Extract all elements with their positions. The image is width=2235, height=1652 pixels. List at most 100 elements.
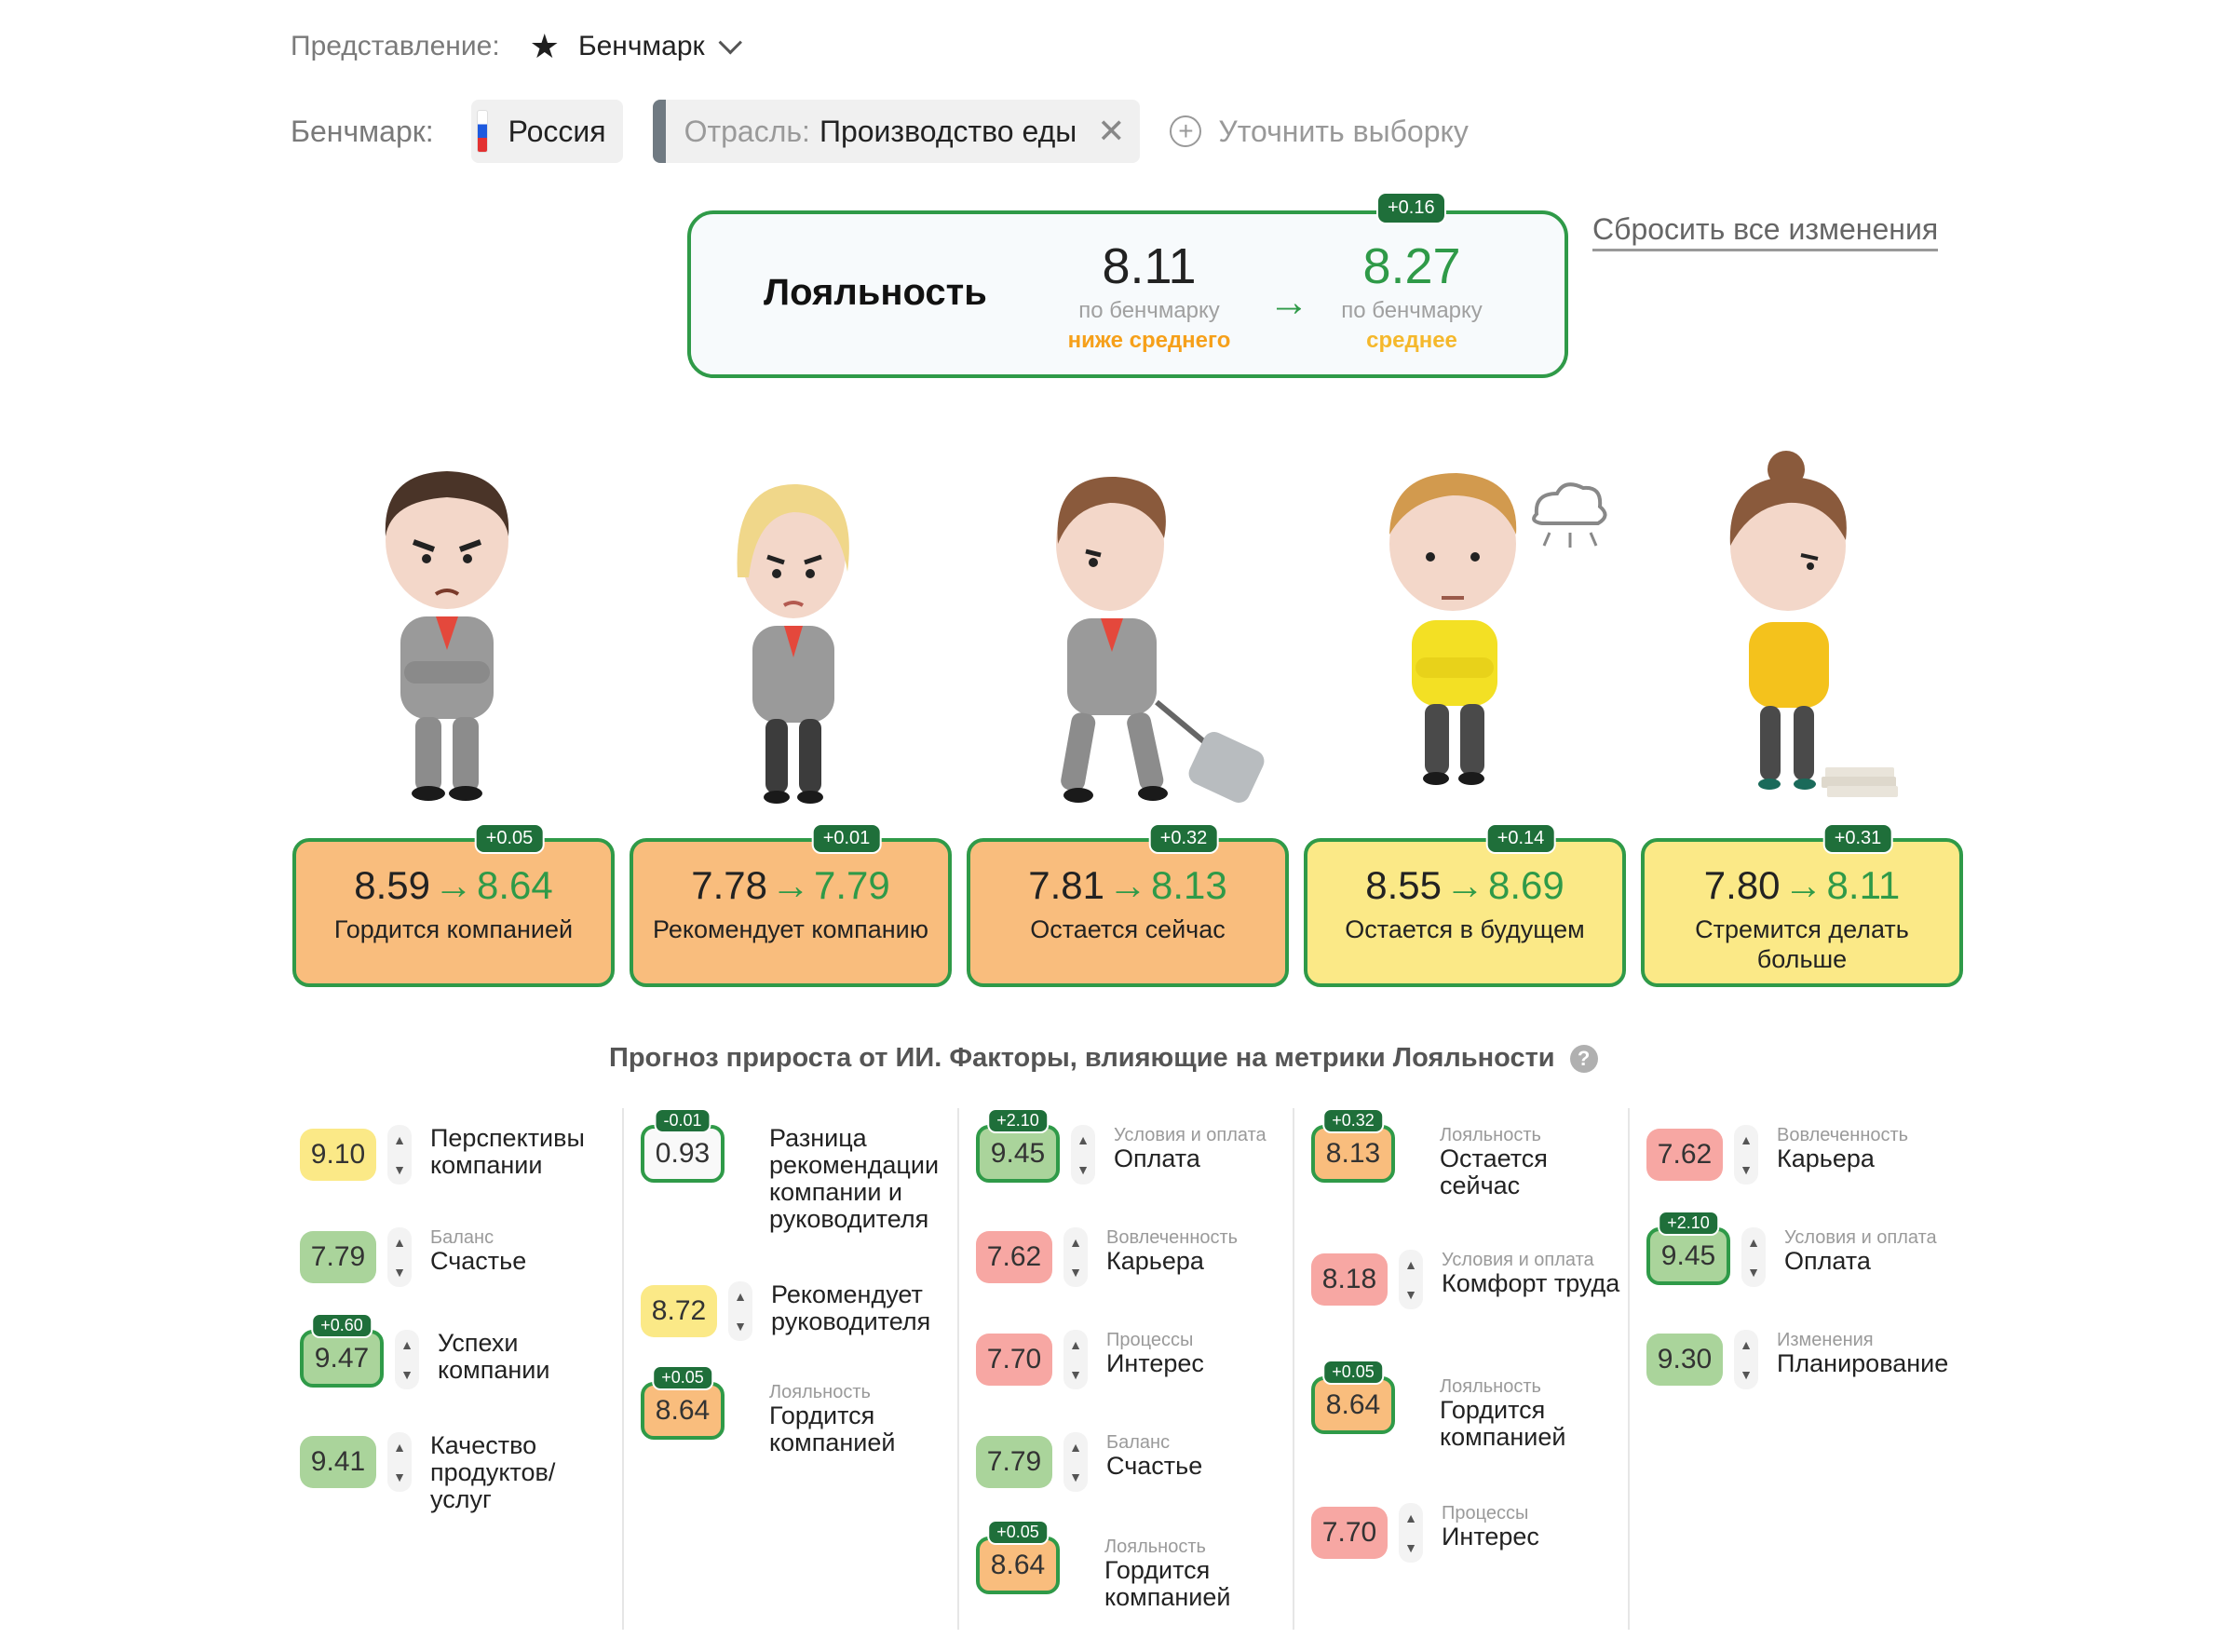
chevron-up-icon[interactable]: ▲ xyxy=(734,1289,747,1304)
chevron-up-icon[interactable]: ▲ xyxy=(393,1440,406,1455)
help-icon[interactable]: ? xyxy=(1569,1044,1598,1073)
factor-name: Разница рекомендации компании и руководи… xyxy=(769,1124,940,1233)
country-chip[interactable]: Россия xyxy=(470,100,623,163)
chevron-down-icon[interactable]: ▼ xyxy=(393,1162,406,1177)
chevron-up-icon[interactable]: ▲ xyxy=(1077,1132,1090,1147)
factor-item: 7.79 ▲ ▼ Баланс Счастье xyxy=(976,1432,1293,1492)
column-divider xyxy=(957,1108,959,1630)
sector-chip[interactable]: Отрасль: Производство еды ✕ xyxy=(652,100,1141,163)
metric-card-strives-more[interactable]: +0.31 7.80→8.11 Стремится делать больше xyxy=(1641,823,1963,987)
chevron-down-icon[interactable]: ▼ xyxy=(1747,1265,1760,1280)
view-selector[interactable]: Представление: ★ Бенчмарк xyxy=(291,24,742,69)
factor-name: Карьера xyxy=(1106,1247,1204,1275)
reset-all-link[interactable]: Сбросить все изменения xyxy=(1592,212,1939,251)
chevron-down-icon[interactable]: ▼ xyxy=(1069,1265,1082,1280)
chevron-up-icon[interactable]: ▲ xyxy=(1740,1337,1753,1352)
chevron-down-icon[interactable]: ▼ xyxy=(400,1367,413,1382)
loyalty-forecast-level: среднее xyxy=(1366,328,1457,353)
chevron-up-icon[interactable]: ▲ xyxy=(1404,1257,1417,1272)
factor-stepper[interactable]: ▲ ▼ xyxy=(1741,1227,1766,1287)
metric-from: 8.55 xyxy=(1365,863,1442,907)
factor-value-badge: +0.32 8.13 xyxy=(1311,1108,1395,1183)
factor-name: Планирование xyxy=(1777,1349,1949,1377)
metric-card-stays-now[interactable]: +0.32 7.81→8.13 Остается сейчас xyxy=(967,823,1289,987)
factor-stepper[interactable]: ▲ ▼ xyxy=(1734,1330,1758,1389)
factor-category: Процессы xyxy=(1106,1330,1194,1350)
chevron-up-icon[interactable]: ▲ xyxy=(1069,1337,1082,1352)
metric-card-recommend[interactable]: +0.01 7.78→7.79 Рекомендует компанию xyxy=(630,823,952,987)
chevron-down-icon[interactable]: ▼ xyxy=(1404,1287,1417,1302)
factor-item: 7.70 ▲ ▼ Процессы Интерес xyxy=(1311,1503,1628,1563)
factor-name: Гордится компанией xyxy=(769,1401,896,1456)
metric-to: 8.11 xyxy=(1826,863,1901,907)
chevron-down-icon[interactable]: ▼ xyxy=(1069,1469,1082,1484)
factor-stepper[interactable]: ▲ ▼ xyxy=(1063,1227,1088,1287)
chevron-down-icon[interactable]: ▼ xyxy=(1069,1367,1082,1382)
chevron-down-icon[interactable]: ▼ xyxy=(1740,1367,1753,1382)
factor-value-badge: 9.30 xyxy=(1646,1334,1723,1386)
factor-value-badge: +2.10 9.45 xyxy=(1646,1211,1730,1285)
metric-card-proud[interactable]: +0.05 8.59→8.64 Гордится компанией xyxy=(292,823,615,987)
factor-value-badge: 7.62 xyxy=(976,1231,1052,1283)
chevron-up-icon[interactable]: ▲ xyxy=(1069,1235,1082,1250)
arrow-right-icon: → xyxy=(434,863,473,907)
metric-name: Стремится делать больше xyxy=(1695,915,1909,973)
chevron-down-icon[interactable]: ▼ xyxy=(393,1265,406,1280)
factor-stepper[interactable]: ▲ ▼ xyxy=(1063,1330,1088,1389)
loyalty-forecast-value: 8.27 xyxy=(1362,238,1461,294)
chevron-up-icon[interactable]: ▲ xyxy=(1404,1510,1417,1525)
factor-delta-badge: +2.10 xyxy=(1658,1211,1719,1236)
loyalty-current: 8.11 по бенчмарку ниже среднего xyxy=(1037,238,1261,354)
factor-delta-badge: +0.05 xyxy=(987,1520,1049,1545)
factor-stepper[interactable]: ▲ ▼ xyxy=(387,1432,412,1492)
chevron-down-icon[interactable]: ▼ xyxy=(734,1319,747,1334)
factor-stepper[interactable]: ▲ ▼ xyxy=(387,1125,412,1185)
russia-flag-icon xyxy=(476,110,488,153)
metric-name: Гордится компанией xyxy=(333,915,574,943)
factor-stepper[interactable]: ▲ ▼ xyxy=(1734,1125,1758,1185)
factor-value: 9.30 xyxy=(1657,1344,1713,1374)
character-effort-icon xyxy=(1714,445,1900,805)
factor-stepper[interactable]: ▲ ▼ xyxy=(1071,1125,1095,1185)
factor-name: Успехи компании xyxy=(438,1329,550,1384)
factor-value-badge: 7.79 xyxy=(976,1436,1052,1488)
character-proud-icon xyxy=(363,464,531,803)
factor-item: 7.79 ▲ ▼ Баланс Счастье xyxy=(300,1227,616,1287)
close-icon[interactable]: ✕ xyxy=(1097,112,1125,151)
factor-stepper[interactable]: ▲ ▼ xyxy=(728,1281,752,1341)
factor-stepper[interactable]: ▲ ▼ xyxy=(1399,1250,1423,1309)
factor-value-badge: +0.05 8.64 xyxy=(1311,1360,1395,1434)
factor-stepper[interactable]: ▲ ▼ xyxy=(387,1227,412,1287)
arrow-right-icon: → xyxy=(771,863,810,907)
chevron-down-icon[interactable]: ▼ xyxy=(1740,1162,1753,1177)
chevron-up-icon[interactable]: ▲ xyxy=(1069,1440,1082,1455)
chevron-down-icon[interactable]: ▼ xyxy=(1077,1162,1090,1177)
chevron-down-icon[interactable]: ▼ xyxy=(393,1469,406,1484)
chevron-up-icon[interactable]: ▲ xyxy=(393,1235,406,1250)
view-value[interactable]: Бенчмарк xyxy=(578,31,705,62)
metric-name: Остается сейчас xyxy=(1030,915,1226,943)
factor-name: Интерес xyxy=(1106,1349,1204,1377)
factor-value-badge: 8.72 xyxy=(641,1285,717,1337)
factor-item: +2.10 9.45 ▲ ▼ Условия и оплата Оплата xyxy=(1646,1211,1971,1287)
factor-stepper[interactable]: ▲ ▼ xyxy=(1399,1503,1423,1563)
chevron-up-icon[interactable]: ▲ xyxy=(1740,1132,1753,1147)
factor-delta-badge: +0.32 xyxy=(1322,1108,1384,1133)
factor-name: Рекомендует руководителя xyxy=(771,1280,931,1335)
refine-selection-button[interactable]: + Уточнить выборку xyxy=(1170,115,1469,149)
factor-category: Условия и оплата xyxy=(1784,1227,1937,1248)
factor-item: 8.18 ▲ ▼ Условия и оплата Комфорт труда xyxy=(1311,1250,1628,1309)
chevron-up-icon[interactable]: ▲ xyxy=(1747,1235,1760,1250)
chevron-up-icon[interactable]: ▲ xyxy=(400,1337,413,1352)
loyalty-forecast: 8.27 по бенчмарку среднее xyxy=(1300,238,1524,354)
metric-from: 7.81 xyxy=(1028,863,1104,907)
factor-stepper[interactable]: ▲ ▼ xyxy=(395,1330,419,1389)
chevron-down-icon[interactable] xyxy=(718,31,742,55)
metric-card-stays-future[interactable]: +0.14 8.55→8.69 Остается в будущем xyxy=(1304,823,1626,987)
factor-value: 7.79 xyxy=(310,1241,366,1272)
metric-from: 7.78 xyxy=(691,863,767,907)
chevron-down-icon[interactable]: ▼ xyxy=(1404,1540,1417,1555)
factor-delta-badge: +2.10 xyxy=(987,1108,1049,1133)
chevron-up-icon[interactable]: ▲ xyxy=(393,1132,406,1147)
factor-stepper[interactable]: ▲ ▼ xyxy=(1063,1432,1088,1492)
